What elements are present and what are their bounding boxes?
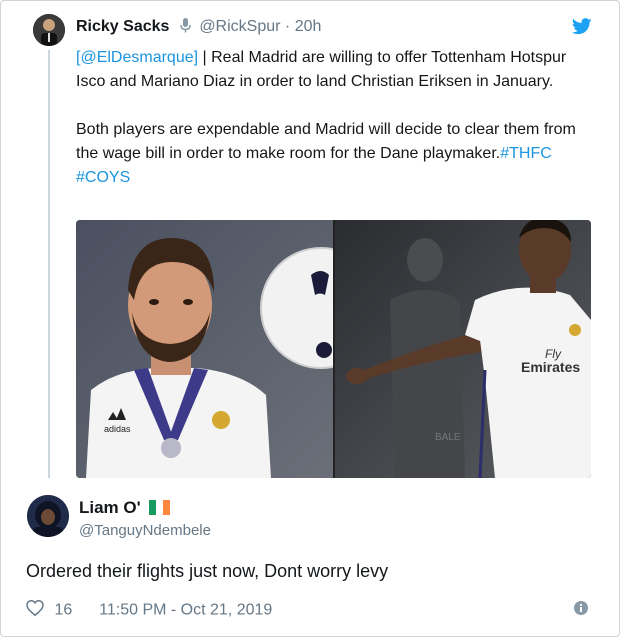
tweet-paragraph-1: [@ElDesmarque] | Real Madrid are willing…: [76, 46, 596, 94]
tweet-time[interactable]: 20h: [295, 18, 322, 35]
liam-avatar[interactable]: [27, 495, 69, 537]
microphone-icon: [180, 18, 191, 38]
adidas-logo-text: adidas: [104, 424, 131, 434]
twitter-bird-icon[interactable]: [571, 18, 592, 40]
info-icon[interactable]: [574, 601, 588, 620]
hashtag-thfc-link[interactable]: #THFC: [500, 145, 552, 162]
mariano-photo[interactable]: BALE Fly Emirates: [335, 220, 591, 478]
ricky-sacks-avatar[interactable]: [33, 14, 65, 46]
source-mention-link[interactable]: [@ElDesmarque]: [76, 49, 198, 66]
reply-footer: 16 11:50 PM - Oct 21, 2019: [26, 599, 272, 621]
heart-icon[interactable]: [26, 599, 44, 621]
tweet-author-name[interactable]: Ricky Sacks: [76, 18, 169, 35]
reply-timestamp[interactable]: 11:50 PM - Oct 21, 2019: [99, 602, 272, 619]
background-jersey-text: BALE: [435, 432, 461, 443]
reply-author-name[interactable]: Liam O': [79, 498, 141, 517]
reply-author-handle[interactable]: @TanguyNdembele: [79, 522, 211, 539]
tweet-body: [@ElDesmarque] | Real Madrid are willing…: [76, 46, 596, 214]
sponsor-text-line2: Emirates: [521, 359, 580, 375]
isco-photo[interactable]: adidas: [76, 220, 333, 478]
dot-separator: ·: [284, 18, 291, 35]
hashtag-coys-link[interactable]: #COYS: [76, 169, 130, 186]
tweet-media[interactable]: adidas BALE Fly Emirates: [76, 220, 591, 478]
ireland-flag-icon: [149, 500, 171, 520]
like-count[interactable]: 16: [54, 602, 72, 619]
tweet-author-handle[interactable]: @RickSpur: [199, 18, 280, 35]
reply-author: Liam O': [79, 498, 171, 520]
tweet-paragraph-2: Both players are expendable and Madrid w…: [76, 118, 596, 190]
thread-line: [48, 50, 50, 478]
reply-text: Ordered their flights just now, Dont wor…: [26, 561, 389, 581]
tweet-header: Ricky Sacks @RickSpur · 20h: [76, 18, 321, 38]
